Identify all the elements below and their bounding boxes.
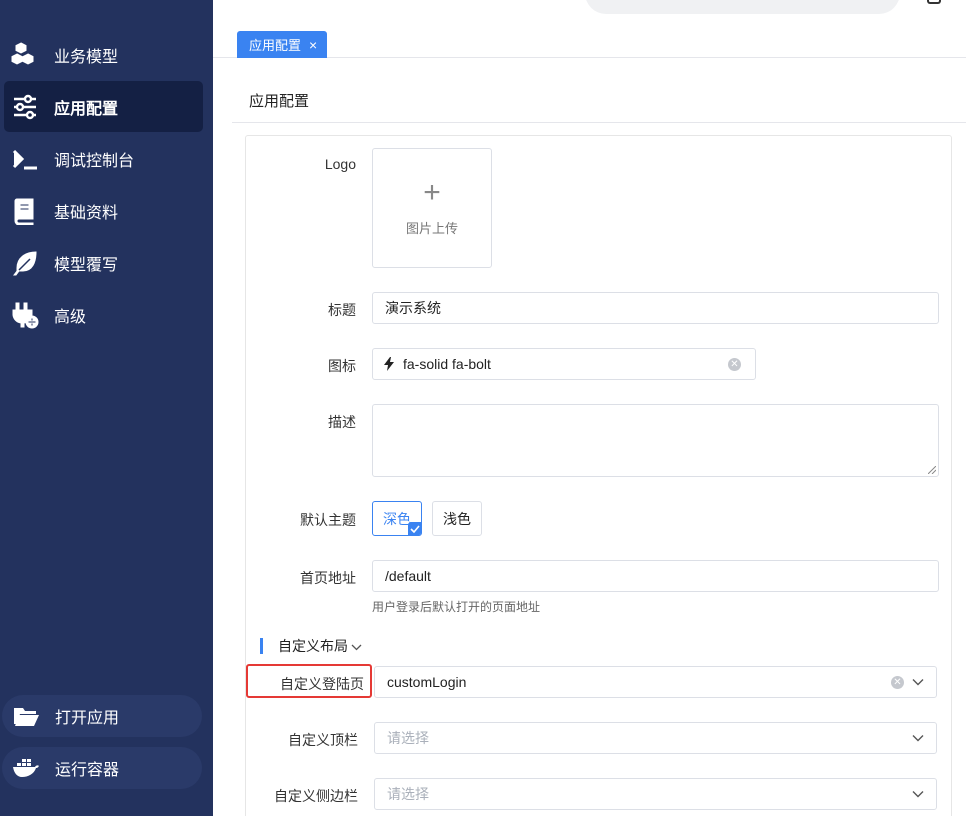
sidebar-item-label: 高级 <box>54 308 87 326</box>
custom-sidebar-placeholder: 请选择 <box>387 786 429 802</box>
description-textarea[interactable] <box>372 404 939 477</box>
icon-value: fa-solid fa-bolt <box>403 356 491 372</box>
docker-icon <box>11 753 41 783</box>
folder-open-icon <box>11 701 41 731</box>
custom-login-select[interactable]: customLogin ✕ <box>374 666 937 698</box>
section-title: 自定义布局 <box>278 638 348 654</box>
chevron-down-icon[interactable] <box>912 790 924 798</box>
sliders-icon <box>10 92 40 122</box>
sidebar: 业务模型 应用配置 调试控制台 基础资料 模型覆写 高级 打开应用 运行容器 <box>0 0 213 816</box>
custom-topbar-label: 自定义顶栏 <box>288 732 358 748</box>
custom-sidebar-select[interactable]: 请选择 <box>374 778 937 810</box>
chevron-down-icon <box>351 638 362 654</box>
tab-bar: 应用配置 × <box>213 0 966 58</box>
chevron-down-icon[interactable] <box>912 678 924 686</box>
custom-login-label: 自定义登陆页 <box>280 676 364 692</box>
theme-label: 默认主题 <box>300 512 356 528</box>
custom-topbar-select[interactable]: 请选择 <box>374 722 937 754</box>
sidebar-item-debug-console[interactable]: 调试控制台 <box>4 133 203 184</box>
run-container-button[interactable]: 运行容器 <box>2 747 202 789</box>
logo-label: Logo <box>324 156 356 172</box>
open-app-label: 打开应用 <box>55 710 120 727</box>
home-url-value: /default <box>385 568 431 584</box>
sidebar-item-label: 应用配置 <box>54 100 119 118</box>
plug-plus-icon <box>10 300 40 330</box>
custom-topbar-placeholder: 请选择 <box>387 730 429 746</box>
close-icon[interactable]: × <box>309 37 317 53</box>
icon-select[interactable]: fa-solid fa-bolt ✕ <box>372 348 756 380</box>
title-value: 演示系统 <box>385 300 441 316</box>
terminal-icon <box>10 144 40 174</box>
home-url-input[interactable]: /default <box>372 560 939 592</box>
theme-light-button[interactable]: 浅色 <box>432 501 482 536</box>
upload-label: 图片上传 <box>405 220 458 236</box>
theme-dark-label: 深色 <box>383 510 411 527</box>
feather-icon <box>10 248 40 278</box>
chevron-down-icon[interactable] <box>912 734 924 742</box>
clear-icon[interactable]: ✕ <box>728 357 741 371</box>
divider <box>232 122 966 123</box>
sidebar-item-label: 基础资料 <box>54 204 119 222</box>
page-title: 应用配置 <box>249 93 310 110</box>
title-label: 标题 <box>328 302 356 318</box>
run-container-label: 运行容器 <box>55 762 120 779</box>
tab-label: 应用配置 <box>249 38 302 53</box>
sidebar-item-label: 模型覆写 <box>54 256 119 274</box>
clear-icon[interactable]: ✕ <box>891 675 904 689</box>
custom-sidebar-label: 自定义侧边栏 <box>274 788 358 804</box>
description-label: 描述 <box>328 414 356 430</box>
plus-icon: + <box>423 175 441 209</box>
cubes-icon <box>10 40 40 70</box>
theme-light-label: 浅色 <box>443 510 471 527</box>
book-icon <box>10 196 40 226</box>
sidebar-item-app-config[interactable]: 应用配置 <box>4 81 203 132</box>
tab-app-config[interactable]: 应用配置 × <box>237 31 328 58</box>
icon-label: 图标 <box>328 358 356 374</box>
section-accent-bar <box>260 638 263 654</box>
sidebar-item-advanced[interactable]: 高级 <box>4 289 203 340</box>
check-icon <box>408 522 421 535</box>
custom-layout-section-toggle[interactable]: 自定义布局 <box>260 637 362 655</box>
sidebar-item-label: 业务模型 <box>54 48 119 66</box>
bolt-icon <box>383 357 395 371</box>
sidebar-item-model-override[interactable]: 模型覆写 <box>4 237 203 288</box>
resize-handle-icon[interactable] <box>928 466 936 474</box>
custom-login-value: customLogin <box>387 674 467 690</box>
home-url-hint: 用户登录后默认打开的页面地址 <box>372 600 541 614</box>
sidebar-item-label: 调试控制台 <box>54 152 135 170</box>
open-app-button[interactable]: 打开应用 <box>2 695 202 737</box>
sidebar-item-business-model[interactable]: 业务模型 <box>4 29 203 80</box>
title-input[interactable]: 演示系统 <box>372 292 939 324</box>
sidebar-item-basic-data[interactable]: 基础资料 <box>4 185 203 236</box>
theme-dark-button[interactable]: 深色 <box>372 501 422 536</box>
home-url-label: 首页地址 <box>300 570 356 586</box>
logo-upload-button[interactable]: + 图片上传 <box>372 148 492 268</box>
